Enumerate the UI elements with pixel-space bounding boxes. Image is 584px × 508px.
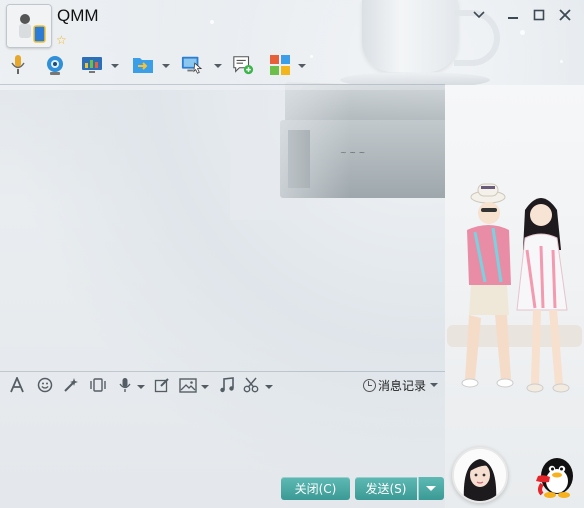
chevron-down-icon[interactable]	[111, 63, 119, 69]
snowflake	[210, 20, 214, 24]
my-avatar[interactable]	[452, 447, 508, 503]
image-icon[interactable]	[179, 376, 197, 394]
webcam-icon[interactable]	[44, 54, 66, 76]
snowflake	[560, 60, 563, 63]
close-button[interactable]: 关闭(C)	[281, 477, 350, 500]
send-button[interactable]: 发送(S)	[355, 477, 417, 500]
close-icon[interactable]	[556, 7, 574, 23]
chevron-down-icon[interactable]	[298, 63, 306, 69]
chevron-down-icon[interactable]	[201, 384, 209, 390]
emoji-icon[interactable]	[36, 376, 54, 394]
clock-icon	[363, 379, 376, 392]
message-history-button[interactable]: 消息记录	[363, 377, 439, 394]
chevron-down-icon[interactable]	[265, 384, 273, 390]
shake-window-icon[interactable]	[89, 376, 107, 394]
couple-illustration	[461, 183, 570, 393]
font-icon[interactable]	[8, 376, 26, 394]
chevron-down-icon[interactable]	[470, 7, 488, 23]
snowflake	[310, 55, 313, 58]
remote-desktop-icon[interactable]	[181, 54, 203, 76]
send-options-dropdown[interactable]	[418, 477, 444, 500]
new-discussion-icon[interactable]	[232, 54, 254, 76]
send-button-label: 发送(S)	[365, 482, 407, 496]
close-button-label: 关闭(C)	[294, 482, 337, 496]
message-input[interactable]	[0, 400, 445, 475]
apps-grid-icon[interactable]	[269, 54, 291, 76]
history-label: 消息记录	[378, 379, 427, 393]
screen-share-icon[interactable]	[81, 54, 103, 76]
contact-avatar[interactable]	[6, 4, 52, 48]
magic-wand-icon[interactable]	[62, 376, 80, 394]
maximize-icon[interactable]	[530, 7, 548, 23]
star-icon: ☆	[56, 33, 67, 47]
qq-penguin-icon	[530, 450, 580, 500]
file-transfer-icon[interactable]	[132, 54, 154, 76]
contact-name: QMM	[57, 6, 99, 25]
edit-icon[interactable]	[153, 376, 171, 394]
message-history-area[interactable]	[0, 85, 445, 372]
chevron-down-icon[interactable]	[137, 384, 145, 390]
my-avatar-image	[454, 449, 506, 501]
chevron-down-icon[interactable]	[214, 63, 222, 69]
snowflake	[520, 30, 525, 35]
minimize-icon[interactable]	[504, 7, 522, 23]
voice-message-icon[interactable]	[116, 376, 134, 394]
microphone-icon[interactable]	[7, 54, 29, 76]
music-icon[interactable]	[218, 376, 236, 394]
input-divider	[0, 371, 445, 372]
scissors-icon[interactable]	[243, 376, 261, 394]
chevron-down-icon[interactable]	[162, 63, 170, 69]
avatar-image	[7, 5, 51, 47]
chevron-down-icon	[430, 382, 439, 388]
